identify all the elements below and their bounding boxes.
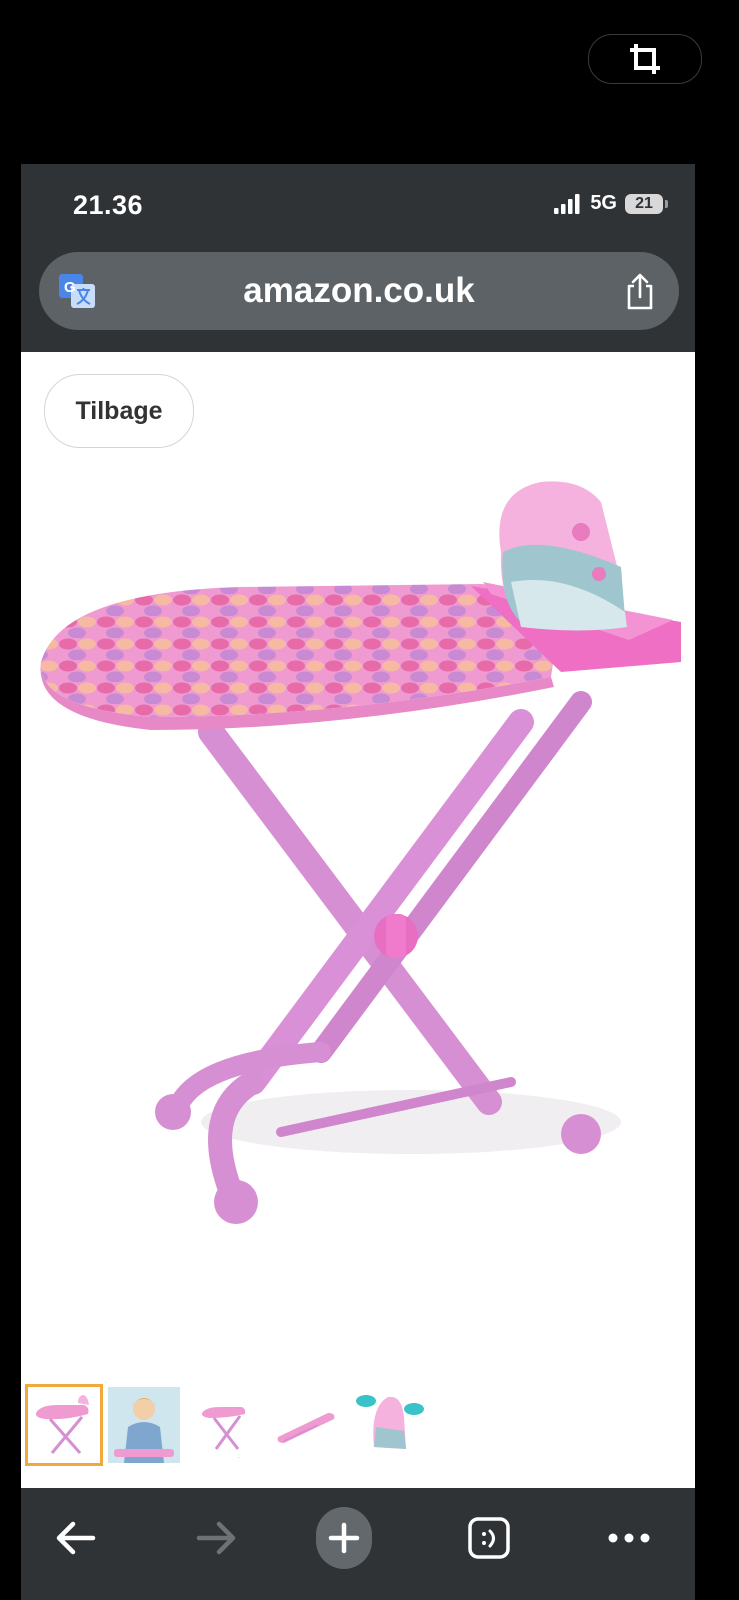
back-nav-button[interactable] <box>47 1510 103 1566</box>
forward-nav-button[interactable] <box>189 1510 245 1566</box>
status-indicators: 5G 21 <box>554 192 668 215</box>
url-bar[interactable]: G amazon.co.uk <box>39 252 679 330</box>
web-content: Tilbage · <box>21 352 695 1488</box>
thumbnail-child-ironing-image <box>108 1387 180 1463</box>
plus-icon <box>328 1522 360 1554</box>
status-time: 21.36 <box>73 190 144 220</box>
thumbnail-strip: · <box>21 1384 695 1476</box>
url-text[interactable]: amazon.co.uk <box>39 271 679 311</box>
back-link-button[interactable]: Tilbage <box>44 374 194 448</box>
battery-indicator: 21 <box>625 193 668 214</box>
thumbnail-1[interactable] <box>25 1384 103 1466</box>
crop-button[interactable] <box>588 34 702 84</box>
arrow-left-icon <box>56 1521 96 1555</box>
thumbnail-4[interactable] <box>267 1384 345 1466</box>
status-bar: 21.36 5G 21 <box>21 164 695 248</box>
thumbnail-toy-iron-image <box>356 1395 424 1449</box>
more-icon <box>608 1533 650 1543</box>
arrow-right-icon <box>196 1521 236 1555</box>
thumbnail-board-image: · <box>201 1407 246 1461</box>
thumbnail-ironing-board-image <box>35 1395 89 1454</box>
thumbnail-2[interactable] <box>105 1384 183 1466</box>
tabs-button[interactable] <box>461 1510 517 1566</box>
thumbnail-folded-board-image <box>277 1413 335 1443</box>
browser-toolbar <box>21 1488 695 1600</box>
tabs-icon <box>468 1517 510 1559</box>
product-image-ironing-board[interactable] <box>21 462 695 1262</box>
crop-icon <box>630 44 660 74</box>
new-tab-button[interactable] <box>316 1507 372 1569</box>
share-icon[interactable] <box>623 272 657 310</box>
thumbnail-3[interactable]: · <box>185 1384 263 1466</box>
more-menu-button[interactable] <box>601 1510 657 1566</box>
network-label: 5G <box>590 192 617 214</box>
signal-icon <box>554 193 580 214</box>
phone-screen: 21.36 5G 21 G amazon.co.uk Tilbage · <box>21 164 695 1600</box>
new-tab-circle <box>316 1507 372 1569</box>
thumbnail-5[interactable] <box>349 1384 427 1466</box>
svg-text:·: · <box>238 1455 240 1461</box>
